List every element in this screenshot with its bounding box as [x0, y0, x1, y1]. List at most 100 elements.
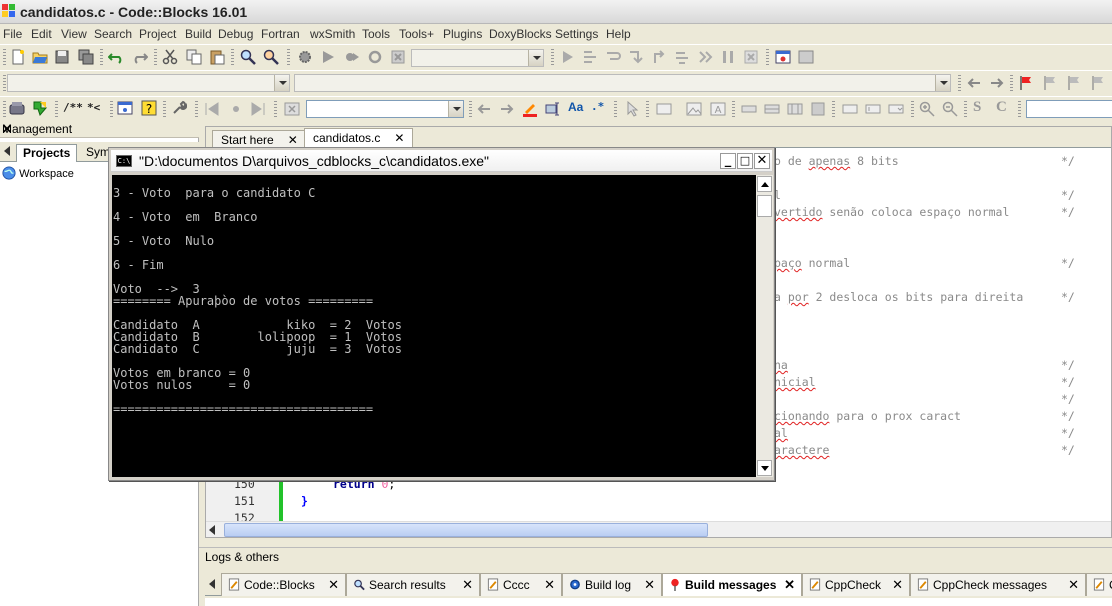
prev-symbol-icon[interactable] — [204, 101, 220, 117]
toolbar-grip[interactable] — [195, 101, 198, 117]
next-line-icon[interactable] — [605, 49, 621, 65]
selected-text-only-icon[interactable] — [545, 101, 561, 117]
wx-hsizer-icon[interactable] — [741, 101, 757, 117]
menu-view[interactable]: View — [61, 27, 87, 41]
next-instruction-icon[interactable] — [674, 49, 690, 65]
toolbar-grip[interactable] — [469, 101, 472, 117]
wx-image-icon[interactable] — [686, 101, 702, 117]
toolbar-grip[interactable] — [614, 101, 617, 117]
html-docs-icon[interactable] — [117, 100, 133, 116]
step-instruction-icon[interactable] — [697, 49, 713, 65]
wx-button-icon[interactable] — [842, 101, 858, 117]
cut-icon[interactable] — [162, 49, 178, 65]
toolbar-grip[interactable] — [551, 49, 554, 65]
next-bookmark-icon[interactable] — [1066, 75, 1082, 91]
tab-cppcheck-messages[interactable]: CppCheck messages ✕ — [910, 573, 1086, 596]
rebuild-icon[interactable] — [367, 49, 383, 65]
console-output[interactable]: 3 - Voto para o candidato C 4 - Voto em … — [112, 175, 756, 477]
minimize-button[interactable]: _ — [720, 153, 736, 169]
prev-bookmark-icon[interactable] — [1042, 75, 1058, 91]
tab-candidatos-c[interactable]: candidatos.c ✕ — [304, 128, 414, 148]
paste-icon[interactable] — [209, 49, 225, 65]
wx-c-icon[interactable]: C — [996, 99, 1007, 116]
toolbar-grip[interactable] — [274, 101, 277, 117]
tab-codeblocks-log[interactable]: Code::Blocks ✕ — [221, 573, 346, 596]
wx-choice-icon[interactable] — [888, 101, 904, 117]
help-docs-icon[interactable]: ? — [141, 100, 157, 116]
console-vertical-scrollbar[interactable] — [756, 175, 773, 477]
toolbar-grip[interactable] — [231, 49, 234, 65]
close-icon[interactable]: ✕ — [288, 133, 298, 147]
close-icon[interactable]: ✕ — [462, 577, 473, 593]
search-prev-arrow-icon[interactable] — [476, 101, 492, 117]
toolbar-grip[interactable] — [911, 101, 914, 117]
editor-horizontal-scrollbar[interactable] — [206, 521, 1111, 537]
close-button[interactable]: ✕ — [754, 153, 770, 169]
workspace-tree-item[interactable]: Workspace — [2, 166, 74, 182]
step-into-icon[interactable] — [628, 49, 644, 65]
toolbar-grip[interactable] — [1018, 101, 1021, 117]
toolbar-grip[interactable] — [3, 49, 6, 65]
maximize-button[interactable]: □ — [737, 153, 753, 169]
close-icon[interactable]: ✕ — [2, 122, 193, 136]
replace-icon[interactable] — [263, 49, 279, 65]
tab-build-messages[interactable]: Build messages ✕ — [662, 573, 802, 596]
toolbar-grip[interactable] — [3, 75, 6, 91]
toolbar-grip[interactable] — [1010, 75, 1013, 91]
wx-textctrl-icon[interactable] — [865, 101, 881, 117]
tab-cccc[interactable]: Cccc ✕ — [480, 573, 562, 596]
tab-more[interactable]: C — [1086, 573, 1112, 596]
toolbar-grip[interactable] — [964, 101, 967, 117]
wx-label-icon[interactable]: A — [710, 101, 726, 117]
zoom-in-icon[interactable] — [919, 101, 935, 117]
run-icon[interactable] — [320, 49, 336, 65]
pause-icon[interactable] — [720, 49, 736, 65]
stop-debug-icon[interactable] — [743, 49, 759, 65]
clear-bookmarks-icon[interactable] — [1090, 75, 1106, 91]
debug-windows-icon[interactable] — [775, 49, 791, 65]
wx-vsizer-icon[interactable] — [764, 101, 780, 117]
highlight-pen-icon[interactable] — [522, 101, 538, 117]
wx-grid-icon[interactable] — [787, 101, 803, 117]
close-icon[interactable]: ✕ — [892, 577, 903, 593]
menu-edit[interactable]: Edit — [31, 27, 52, 41]
tab-scroll-left-icon[interactable] — [209, 579, 215, 589]
menu-tools[interactable]: Tools — [362, 27, 390, 41]
abort-icon[interactable] — [390, 49, 406, 65]
toolbar-grip[interactable] — [766, 49, 769, 65]
toolbar-grip[interactable] — [110, 101, 113, 117]
new-file-icon[interactable] — [10, 49, 26, 65]
match-case-icon[interactable]: Aa — [568, 100, 583, 114]
debug-run-icon[interactable] — [559, 49, 575, 65]
tab-build-log[interactable]: Build log ✕ — [562, 573, 662, 596]
menu-plugins[interactable]: Plugins — [443, 27, 482, 41]
close-icon[interactable]: ✕ — [644, 577, 655, 593]
scroll-thumb[interactable] — [224, 523, 708, 537]
menu-wxsmith[interactable]: wxSmith — [310, 27, 355, 41]
menu-build[interactable]: Build — [185, 27, 212, 41]
redo-icon[interactable] — [132, 49, 148, 65]
dot-icon[interactable] — [228, 101, 244, 117]
next-symbol-icon[interactable] — [250, 101, 266, 117]
thread-search-input[interactable] — [1026, 100, 1112, 118]
find-icon[interactable] — [240, 49, 256, 65]
wx-s-icon[interactable]: S — [973, 99, 981, 116]
close-icon[interactable]: ✕ — [784, 577, 795, 593]
tab-cppcheck[interactable]: CppCheck ✕ — [802, 573, 910, 596]
build-run-icon[interactable] — [344, 49, 360, 65]
tab-scroll-left-icon[interactable] — [4, 146, 10, 156]
menu-help[interactable]: Help — [606, 27, 631, 41]
tab-start-here[interactable]: Start here ✕ — [212, 130, 307, 148]
toolbar-grip[interactable] — [646, 101, 649, 117]
copy-icon[interactable] — [186, 49, 202, 65]
menu-project[interactable]: Project — [139, 27, 176, 41]
search-next-arrow-icon[interactable] — [499, 101, 515, 117]
close-icon[interactable]: ✕ — [544, 577, 555, 593]
doxy-config-wrench-icon[interactable] — [171, 100, 187, 116]
block-comment-button[interactable]: /** — [63, 101, 83, 114]
doxywizard-icon[interactable] — [9, 100, 25, 116]
menu-file[interactable]: File — [3, 27, 22, 41]
toolbar-grip[interactable] — [832, 101, 835, 117]
close-icon[interactable]: ✕ — [1068, 577, 1079, 593]
undo-icon[interactable] — [108, 49, 124, 65]
